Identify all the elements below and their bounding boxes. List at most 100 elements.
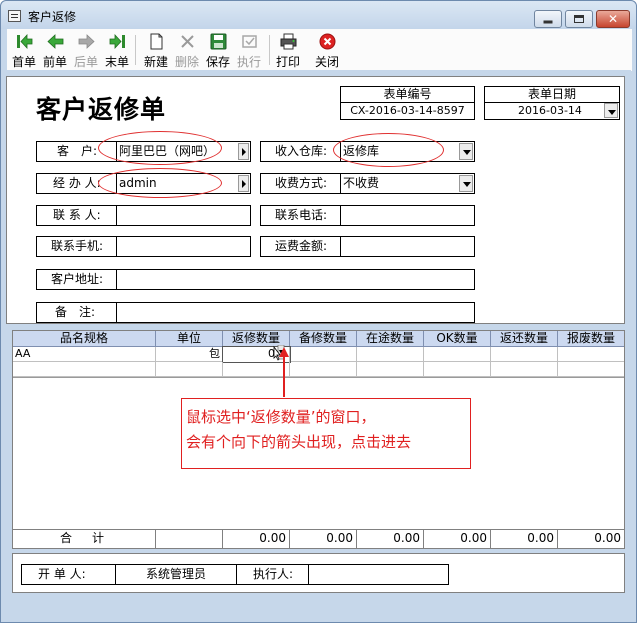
empty-cell[interactable] [156, 362, 223, 377]
row-transit-qty[interactable] [357, 347, 424, 362]
maximize-icon [574, 15, 584, 23]
close-form-button[interactable]: 关闭 [312, 31, 342, 69]
phone-field[interactable] [340, 205, 475, 226]
totals-row: 合 计 0.00 0.00 0.00 0.00 0.00 0.00 [12, 529, 625, 549]
form-app-icon [8, 10, 21, 22]
table-row[interactable]: AA 包 0 [13, 346, 624, 363]
last-record-button[interactable]: 末单 [102, 31, 132, 69]
phone-label: 联系电话: [260, 205, 341, 226]
empty-cell[interactable] [491, 362, 558, 377]
total-ok-qty: 0.00 [424, 530, 491, 548]
col-name: 品名规格 [13, 331, 156, 347]
empty-cell[interactable] [424, 362, 491, 377]
save-button[interactable]: 保存 [203, 31, 233, 69]
row-return-qty[interactable] [491, 347, 558, 362]
annotation-callout: 鼠标选中‘返修数量’的窗口， 会有个向下的箭头出现，点击进去 [181, 398, 471, 469]
table-row[interactable] [13, 362, 624, 377]
save-disk-icon [210, 33, 227, 50]
execute-icon [242, 35, 257, 48]
address-field[interactable] [116, 269, 475, 290]
printer-icon [280, 33, 297, 50]
delete-x-icon [181, 35, 194, 48]
warehouse-dropdown-icon[interactable] [459, 143, 473, 160]
minimize-button[interactable] [534, 10, 562, 28]
annotation-line-1: 鼠标选中‘返修数量’的窗口， [186, 408, 376, 426]
minimize-icon [543, 20, 553, 24]
delete-button[interactable]: 删除 [172, 31, 202, 69]
row-unit[interactable]: 包 [156, 347, 223, 362]
left-arrow-icon [47, 34, 64, 49]
executor-field[interactable] [308, 564, 449, 585]
next-record-button[interactable]: 后单 [71, 31, 101, 69]
new-document-icon [150, 33, 163, 50]
empty-cell[interactable] [357, 362, 424, 377]
fee-dropdown-icon[interactable] [459, 175, 473, 192]
doc-date-value: 2016-03-14 [518, 104, 582, 117]
grid-divider [13, 377, 624, 378]
last-arrow-icon [109, 33, 125, 50]
close-icon: ✕ [607, 12, 619, 26]
empty-cell[interactable] [558, 362, 624, 377]
mobile-label: 联系手机: [36, 236, 117, 257]
fee-select[interactable]: 不收费 [340, 173, 475, 194]
close-circle-icon [319, 33, 336, 50]
doc-no-field[interactable]: CX-2016-03-14-8597 [340, 102, 475, 120]
prev-record-button[interactable]: 前单 [40, 31, 70, 69]
first-record-button[interactable]: 首单 [9, 31, 39, 69]
new-button[interactable]: 新建 [141, 31, 171, 69]
freight-field[interactable] [340, 236, 475, 257]
execute-button[interactable]: 执行 [234, 31, 264, 69]
total-repair-qty: 0.00 [223, 530, 290, 548]
customer-picker-icon[interactable] [238, 143, 249, 160]
col-ok-qty: OK数量 [424, 331, 491, 347]
close-window-button[interactable]: ✕ [596, 10, 630, 28]
row-standby-qty[interactable] [290, 347, 357, 362]
warehouse-select[interactable]: 返修库 [340, 141, 475, 162]
date-dropdown-icon[interactable] [604, 103, 618, 118]
window-title: 客户返修 [28, 10, 77, 24]
warehouse-value: 返修库 [343, 144, 380, 158]
address-label: 客户地址: [36, 269, 117, 290]
creator-field[interactable]: 系统管理员 [115, 564, 237, 585]
right-arrow-icon [78, 34, 95, 49]
empty-cell[interactable] [13, 362, 156, 377]
toolbar: 首单 前单 后单 末单 新建 删除 保存 执行 打印 关闭 [7, 29, 632, 71]
remark-field[interactable] [116, 302, 475, 323]
print-button[interactable]: 打印 [273, 31, 303, 69]
customer-label: 客 户: [36, 141, 117, 162]
handler-field[interactable]: admin [116, 173, 251, 194]
customer-field[interactable]: 阿里巴巴（网吧） [116, 141, 251, 162]
title-bar: 客户返修 ✕ [1, 1, 636, 29]
contact-label: 联 系 人: [36, 205, 117, 226]
close-form-label: 关闭 [314, 55, 339, 69]
remark-label: 备 注: [36, 302, 117, 323]
empty-cell[interactable] [223, 362, 290, 377]
row-name[interactable]: AA [13, 347, 156, 362]
executor-label: 执行人: [236, 564, 309, 585]
total-standby-qty: 0.00 [290, 530, 357, 548]
mobile-field[interactable] [116, 236, 251, 257]
handler-picker-icon[interactable] [238, 175, 249, 192]
customer-value: 阿里巴巴（网吧） [119, 144, 216, 158]
col-unit: 单位 [156, 331, 223, 347]
total-return-qty: 0.00 [491, 530, 558, 548]
maximize-button[interactable] [565, 10, 593, 28]
warehouse-label: 收入仓库: [260, 141, 341, 162]
toolbar-divider [135, 35, 136, 65]
doc-date-field[interactable]: 2016-03-14 [484, 102, 620, 120]
first-arrow-icon [17, 33, 33, 50]
row-ok-qty[interactable] [424, 347, 491, 362]
annotation-line-2: 会有个向下的箭头出现，点击进去 [186, 433, 412, 451]
col-standby-qty: 备修数量 [290, 331, 357, 347]
contact-field[interactable] [116, 205, 251, 226]
fee-label: 收费方式: [260, 173, 341, 194]
form-heading: 客户返修单 [36, 95, 167, 124]
total-transit-qty: 0.00 [357, 530, 424, 548]
annotation-arrow-head [279, 347, 289, 357]
grid-header: 品名规格 单位 返修数量 备修数量 在途数量 OK数量 返还数量 报废数量 [13, 331, 624, 347]
row-scrap-qty[interactable] [558, 347, 624, 362]
empty-cell[interactable] [290, 362, 357, 377]
doc-no-label: 表单编号 [340, 86, 475, 102]
col-transit-qty: 在途数量 [357, 331, 424, 347]
doc-date-label: 表单日期 [484, 86, 620, 102]
